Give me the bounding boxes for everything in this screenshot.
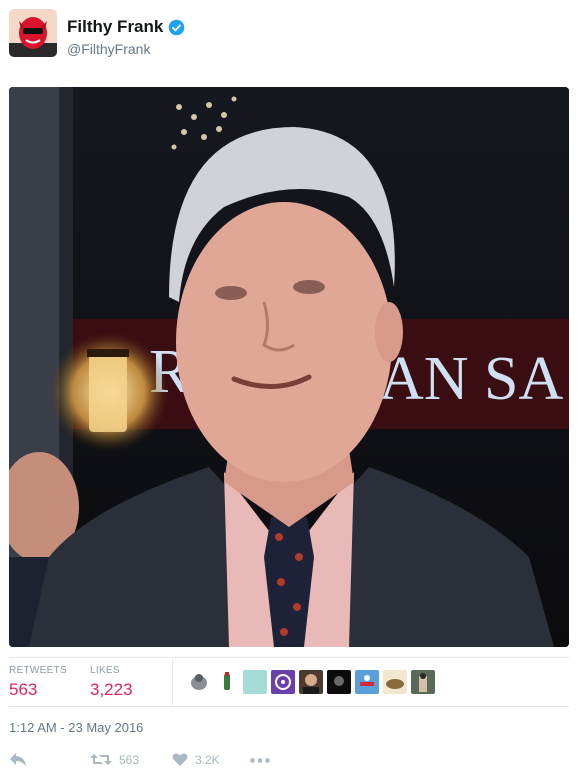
reply-icon [10, 753, 26, 766]
author-name-row[interactable]: Filthy Frank [67, 17, 185, 37]
liker-avatar-6[interactable] [327, 670, 351, 694]
avatar-image [9, 9, 57, 57]
likes-count[interactable]: 3,223 [90, 680, 133, 700]
stats-separator [172, 660, 173, 706]
liker-avatar-8[interactable] [383, 670, 407, 694]
photo-image: R AN SA [9, 87, 569, 647]
tweet-timestamp[interactable]: 1:12 AM - 23 May 2016 [9, 720, 143, 735]
retweets-count[interactable]: 563 [9, 680, 37, 700]
liker-avatar-5[interactable] [299, 670, 323, 694]
liker-avatar-3[interactable] [243, 670, 267, 694]
more-button[interactable] [250, 758, 270, 763]
retweet-count: 563 [119, 752, 140, 767]
liker-avatar-9[interactable] [411, 670, 435, 694]
reply-button[interactable] [9, 752, 27, 767]
liker-avatar-7[interactable] [355, 670, 379, 694]
user-handle[interactable]: @FilthyFrank [67, 41, 150, 57]
retweets-label: RETWEETS [9, 665, 67, 676]
liker-avatars [187, 670, 435, 694]
more-icon [250, 758, 270, 763]
like-count: 3.2K [195, 752, 220, 767]
avatar[interactable] [9, 9, 57, 57]
verified-badge-icon [169, 19, 185, 35]
retweet-icon [90, 754, 112, 765]
like-button[interactable]: 3.2K [172, 752, 220, 767]
heart-icon [172, 753, 188, 766]
tweet-photo[interactable]: R AN SA [9, 87, 569, 647]
liker-avatar-2[interactable] [215, 670, 239, 694]
svg-text:AN SA: AN SA [379, 345, 564, 413]
liker-avatar-1[interactable] [187, 670, 211, 694]
likes-label: LIKES [90, 665, 120, 676]
display-name[interactable]: Filthy Frank [67, 17, 163, 37]
stats-top-divider [9, 657, 569, 658]
retweet-button[interactable]: 563 [90, 752, 139, 767]
liker-avatar-4[interactable] [271, 670, 295, 694]
stats-bottom-divider [9, 706, 569, 707]
